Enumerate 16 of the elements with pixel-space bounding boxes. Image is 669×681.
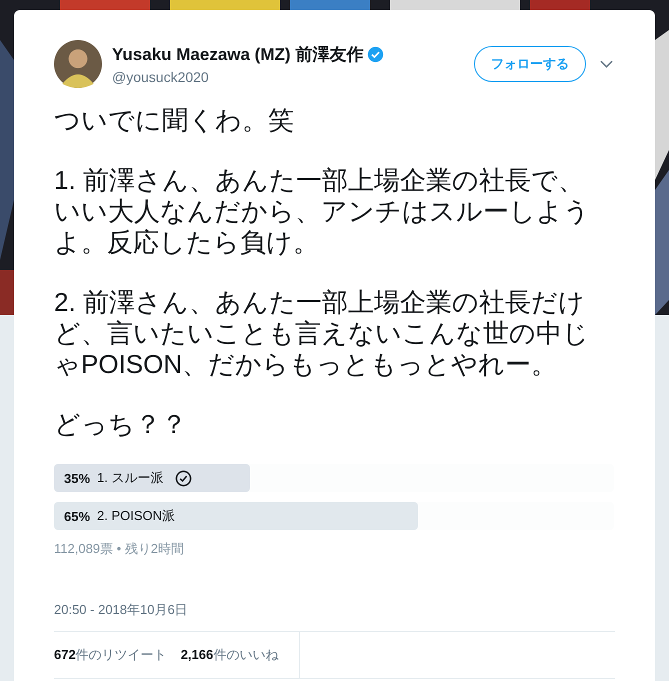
- poll-percent: 65%: [64, 508, 90, 524]
- tweet-text: どっち？？: [54, 409, 188, 440]
- author-handle: @yousuck2020: [112, 69, 210, 85]
- engagement-count[interactable]: 2,166件のいいね: [180, 646, 278, 664]
- engagement-count[interactable]: 672件のリツイート: [54, 646, 167, 664]
- chevron-down-icon[interactable]: [600, 60, 613, 68]
- tweet-text: 2. 前澤さん、あんた一部上場企業の社長だけど、言いたいことも言えないこんな世の中じゃPOISON、だからもっともっとやれー。: [54, 287, 590, 380]
- poll-summary: 112,089票 • 残り2時間: [54, 540, 186, 558]
- poll-choice-label: 2. POISON派: [97, 507, 176, 525]
- poll-percent: 35%: [64, 470, 90, 486]
- avatar: [54, 40, 102, 88]
- tweet-text: 1. 前澤さん、あんた一部上場企業の社長で、いい大人なんだから、アンチはスルーしようよ。反応したら負け。: [54, 165, 591, 258]
- timestamp[interactable]: 20:50 - 2018年10月6日: [54, 601, 615, 632]
- author-name[interactable]: Yusaku Maezawa (MZ) 前澤友作: [112, 43, 364, 66]
- poll-choice-label: 1. スルー派: [97, 469, 164, 487]
- tweet-text: ついでに聞くわ。笑: [54, 105, 295, 136]
